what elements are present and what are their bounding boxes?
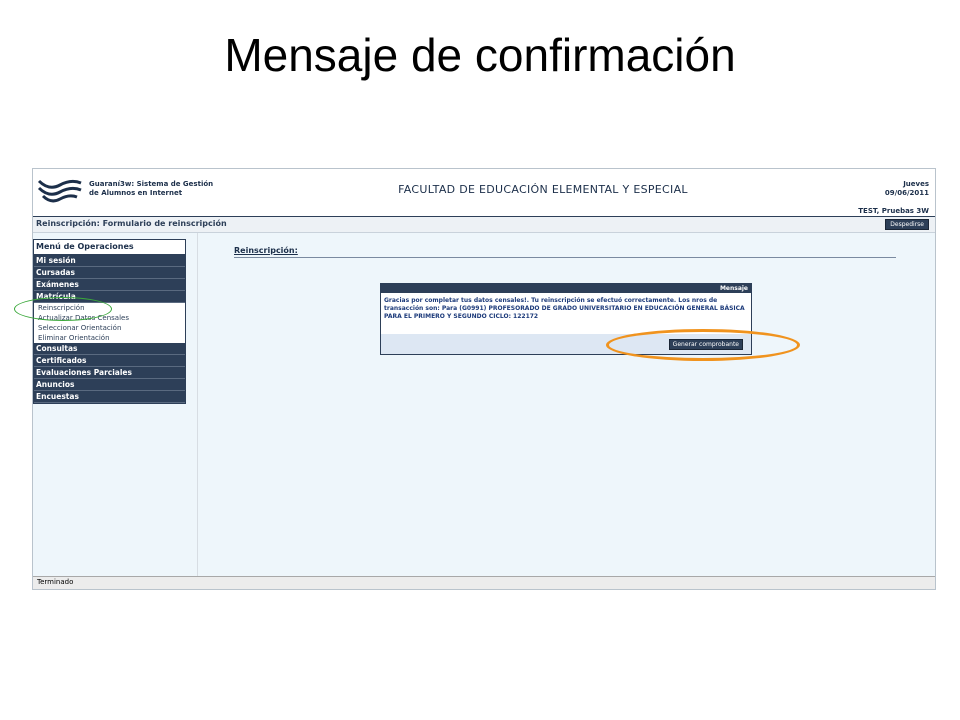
submenu-item-seleccionar-orientacion[interactable]: Seleccionar Orientación (34, 323, 185, 333)
status-bar: Terminado (33, 576, 935, 589)
user-name: TEST, Pruebas 3W (858, 207, 929, 215)
weekday: Jueves (903, 180, 929, 188)
app-header: Guaraní3w: Sistema de Gestión de Alumnos… (33, 169, 935, 215)
menu-item-anuncios[interactable]: Anuncios (34, 379, 185, 391)
breadcrumb: Reinscripción: Formulario de reinscripci… (36, 219, 227, 228)
menu-item-examenes[interactable]: Exámenes (34, 279, 185, 291)
menu-item-consultas[interactable]: Consultas (34, 343, 185, 355)
status-text: Terminado (37, 578, 74, 586)
breadcrumb-bar: Reinscripción: Formulario de reinscripci… (33, 217, 935, 233)
guarani-logo-icon (37, 179, 82, 203)
slide-title: Mensaje de confirmación (224, 29, 736, 81)
current-date: 09/06/2011 (884, 189, 929, 197)
section-divider (234, 257, 896, 258)
faculty-name: FACULTAD DE EDUCACIÓN ELEMENTAL Y ESPECI… (398, 183, 688, 196)
menu-title: Menú de Operaciones (34, 240, 185, 255)
system-name-line2: de Alumnos en Internet (89, 189, 183, 197)
menu-item-mi-sesion[interactable]: Mi sesión (34, 255, 185, 267)
menu-item-encuestas[interactable]: Encuestas (34, 391, 185, 403)
browser-screenshot: Guaraní3w: Sistema de Gestión de Alumnos… (32, 168, 936, 590)
logout-button[interactable]: Despedirse (885, 219, 929, 230)
system-name-line1: Guaraní3w: Sistema de Gestión (89, 180, 214, 188)
section-title: Reinscripción: (234, 246, 298, 255)
operations-menu: Menú de Operaciones Mi sesión Cursadas E… (33, 239, 186, 404)
message-header: Mensaje (381, 284, 751, 293)
date-box: Jueves 09/06/2011 (885, 180, 929, 198)
menu-item-cursadas[interactable]: Cursadas (34, 267, 185, 279)
main-content: Reinscripción: Mensaje Gracias por compl… (198, 233, 935, 576)
green-highlight-ellipse (14, 297, 112, 321)
menu-item-evaluaciones[interactable]: Evaluaciones Parciales (34, 367, 185, 379)
menu-item-certificados[interactable]: Certificados (34, 355, 185, 367)
submenu-item-eliminar-orientacion[interactable]: Eliminar Orientación (34, 333, 185, 343)
sidebar: Menú de Operaciones Mi sesión Cursadas E… (33, 233, 198, 576)
orange-highlight-ellipse (606, 329, 800, 361)
system-name: Guaraní3w: Sistema de Gestión de Alumnos… (89, 180, 213, 198)
message-body: Gracias por completar tus datos censales… (384, 297, 745, 320)
